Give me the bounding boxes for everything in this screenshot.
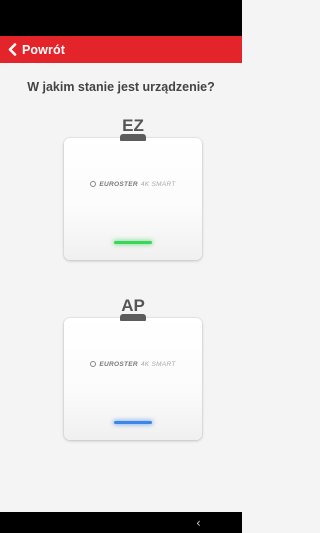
device-logo: EUROSTER 4K SMART — [64, 361, 202, 368]
logo-mark-icon — [90, 361, 97, 367]
mode-option-ez[interactable]: EZ EUROSTER 4K SMART — [64, 114, 202, 260]
device-button — [120, 314, 146, 321]
status-bar — [0, 0, 242, 36]
back-button[interactable]: Powrót — [0, 36, 242, 63]
led-indicator — [114, 241, 152, 244]
navigation-bar: ‹ — [0, 512, 242, 533]
mode-option-ap[interactable]: AP EUROSTER 4K SMART — [64, 294, 202, 440]
device-button — [120, 134, 146, 141]
led-indicator — [114, 421, 152, 424]
chevron-left-icon — [8, 43, 17, 56]
back-label: Powrót — [22, 42, 65, 57]
logo-mark-icon — [90, 181, 97, 187]
device-image: EUROSTER 4K SMART — [64, 314, 202, 440]
device-logo: EUROSTER 4K SMART — [64, 181, 202, 188]
device-image: EUROSTER 4K SMART — [64, 134, 202, 260]
page-title: W jakim stanie jest urządzenie? — [27, 80, 215, 94]
nav-back-icon[interactable]: ‹ — [196, 516, 201, 530]
